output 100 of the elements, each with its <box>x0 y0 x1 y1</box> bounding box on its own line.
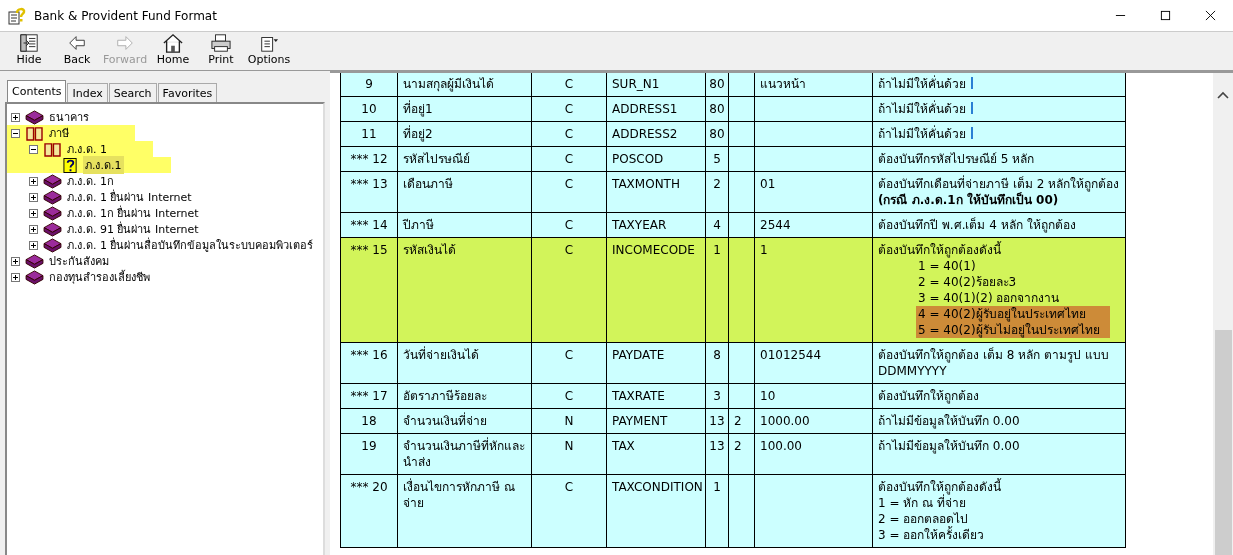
tab[interactable]: Favorites <box>157 83 218 102</box>
table-cell: C <box>531 237 607 343</box>
help-icon <box>8 6 26 25</box>
table-cell: 9 <box>340 73 398 97</box>
table-cell: 10 <box>754 383 873 409</box>
book-icon <box>43 221 62 237</box>
home-button[interactable]: Home <box>149 32 197 70</box>
table-cell: PAYDATE <box>606 342 706 384</box>
tree-item[interactable]: ภ.ง.ด. 1ก <box>65 172 116 190</box>
options-button[interactable]: Options <box>245 32 293 70</box>
scroll-thumb[interactable] <box>1214 330 1232 555</box>
tree-item[interactable]: ภ.ง.ด. 1 ยื่นผ่าน Internet <box>65 188 194 206</box>
tree-item[interactable]: ภ.ง.ด.1 <box>83 156 124 174</box>
back-button[interactable]: Back <box>53 32 101 70</box>
note-text: ต้องบันทึกปี พ.ศ.เต็ม 4 หลัก ให้ถูกต้อง <box>878 218 1076 232</box>
book-icon <box>25 109 44 125</box>
table-cell: 11 <box>340 121 398 147</box>
tree-item[interactable]: ภ.ง.ด. 1 ยื่นผ่านสื่อบันทึกข้อมูลในระบบคอมพิวเตอร์ <box>65 236 316 254</box>
hide-button[interactable]: Hide <box>5 32 53 70</box>
note-text: ต้องบันทึกให้ถูกต้อง เต็ม 8 หลัก ตามรูป แบบ DDMMYYYY <box>878 348 1109 378</box>
tree-item[interactable]: ภ.ง.ด. 91 ยื่นผ่าน Internet <box>65 220 201 238</box>
note-text: ต้องบันทึกรหัสไปรษณีย์ 5 หลัก <box>878 152 1035 166</box>
note-text: ถ้าไม่มีข้อมูลให้บันทึก 0.00 <box>878 414 1020 428</box>
collapse-icon[interactable] <box>11 128 20 138</box>
table-cell: 10 <box>340 96 398 122</box>
note-text: ถ้าไม่มีให้คั่นด้วย <box>878 127 966 141</box>
expand-icon[interactable] <box>11 272 20 282</box>
note-text: ต้องบันทึกให้ถูกต้อง <box>878 389 979 403</box>
table-cell: จำนวนเงินภาษีที่หักและนำส่ง <box>397 433 532 475</box>
note-text: 3 = ออกให้ครั้งเดียว <box>878 528 985 542</box>
table-cell: รหัสไปรษณีย์ <box>397 146 532 172</box>
book-icon <box>25 253 44 269</box>
collapse-icon[interactable] <box>29 144 38 154</box>
print-button[interactable]: Print <box>197 32 245 70</box>
table-cell: INCOMECODE <box>606 237 706 343</box>
tab[interactable]: Contents <box>7 80 67 102</box>
tab[interactable]: Search <box>108 83 157 102</box>
separator-mark <box>971 77 973 89</box>
maximize-icon[interactable] <box>1160 10 1171 21</box>
expand-icon[interactable] <box>11 256 20 266</box>
table-cell: 80 <box>705 73 729 97</box>
table-cell: *** 15 <box>340 237 398 343</box>
table-cell: C <box>531 171 607 213</box>
window-title: Bank & Provident Fund Format <box>34 8 217 23</box>
table-cell: POSCOD <box>606 146 706 172</box>
expand-icon[interactable] <box>29 224 38 234</box>
expand-icon[interactable] <box>29 192 38 202</box>
table-cell: *** 14 <box>340 212 398 238</box>
table-cell: ปีภาษี <box>397 212 532 238</box>
tab[interactable]: Index <box>67 83 108 102</box>
table-cell: N <box>531 433 607 475</box>
note-text: ต้องบันทึกเดือนที่จ่ายภาษี เต็ม 2 หลักให้ถูกต้อง <box>878 177 1120 191</box>
table-cell: TAXCONDITION <box>606 474 706 548</box>
table-cell <box>728 73 755 97</box>
table-cell: 19 <box>340 433 398 475</box>
table-cell: C <box>531 73 607 97</box>
tree-item[interactable]: กองทุนสำรองเลี้ยงชีพ <box>47 268 152 286</box>
table-cell: SUR_N1 <box>606 73 706 97</box>
expand-icon[interactable] <box>11 112 20 122</box>
table-cell: 1000.00 <box>754 408 873 434</box>
note-text: ต้องบันทึกให้ถูกต้องดังนี้ <box>878 243 1001 257</box>
note-text: ถ้าไม่มีข้อมูลให้บันทึก 0.00 <box>878 439 1020 453</box>
table-cell: แนวหน้า <box>754 73 873 97</box>
table-cell: 18 <box>340 408 398 434</box>
scroll-up-icon[interactable] <box>1217 91 1229 99</box>
table-cell: 01 <box>754 171 873 213</box>
table-cell: วันที่จ่ายเงินได้ <box>397 342 532 384</box>
table-cell: TAXMONTH <box>606 171 706 213</box>
table-cell: 01012544 <box>754 342 873 384</box>
note-text: 4 = 40(2)ผู้รับอยู่ในประเทศไทย <box>918 307 1086 321</box>
table-cell: จำนวนเงินที่จ่าย <box>397 408 532 434</box>
note-text: ถ้าไม่มีให้คั่นด้วย <box>878 77 966 91</box>
tree-item[interactable]: ภ.ง.ด. 1ก ยื่นผ่าน Internet <box>65 204 201 222</box>
expand-icon[interactable] <box>29 176 38 186</box>
table-cell: 100.00 <box>754 433 873 475</box>
note-text: 2 = ออกตลอดไป <box>878 512 969 526</box>
tree-item[interactable]: ประกันสังคม <box>47 252 111 270</box>
note-text: 2 = 40(2)ร้อยละ3 <box>918 275 1017 289</box>
scrollbar[interactable] <box>1213 73 1233 555</box>
book-icon <box>43 205 62 221</box>
help-topic-icon <box>61 157 80 173</box>
table-cell: เงื่อนไขการหักภาษี ณ จ่าย <box>397 474 532 548</box>
note-text: 1 = 40(1) <box>918 259 976 273</box>
table-cell: TAX <box>606 433 706 475</box>
home-icon <box>162 33 184 53</box>
expand-icon[interactable] <box>29 208 38 218</box>
note-text: 3 = 40(1)(2) ออกจากงาน <box>918 291 1060 305</box>
table-cell: *** 13 <box>340 171 398 213</box>
close-icon[interactable] <box>1205 10 1216 21</box>
pane-icon <box>18 33 40 53</box>
table-cell: *** 12 <box>340 146 398 172</box>
tree-item[interactable]: ธนาคาร <box>47 108 91 126</box>
right-arrow-icon <box>114 33 136 53</box>
book-icon <box>25 269 44 285</box>
table-cell: อัตราภาษีร้อยละ <box>397 383 532 409</box>
note-text: 5 = 40(2)ผู้รับไม่อยู่ในประเทศไทย <box>918 323 1100 337</box>
separator-mark <box>971 102 973 114</box>
expand-icon[interactable] <box>29 240 38 250</box>
table-cell: TAXRATE <box>606 383 706 409</box>
table-cell: C <box>531 474 607 548</box>
